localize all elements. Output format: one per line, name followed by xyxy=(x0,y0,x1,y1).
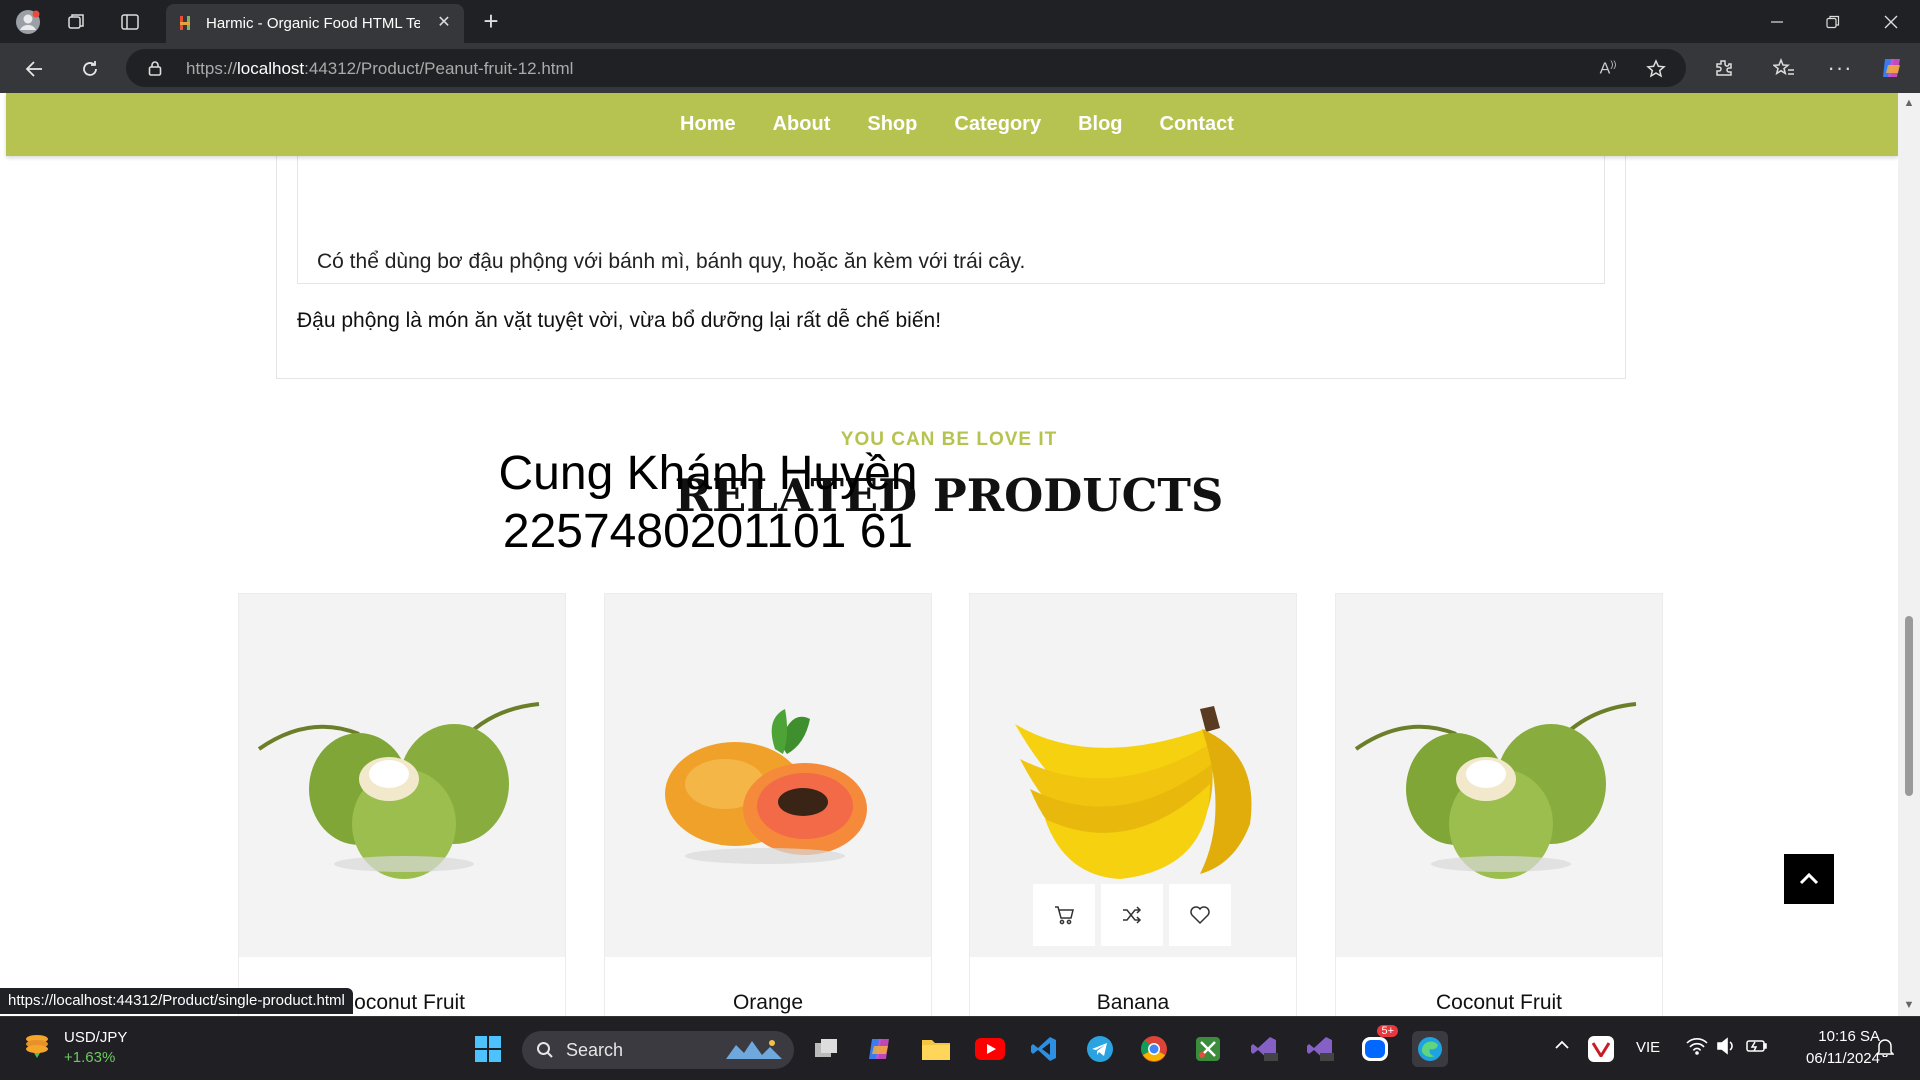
url-text: https://localhost:44312/Product/Peanut-f… xyxy=(186,59,574,78)
description-summary: Đậu phộng là món ăn vặt tuyệt vời, vừa b… xyxy=(297,309,942,332)
watermark-id: 2257480201101 61 xyxy=(502,505,914,558)
refresh-icon[interactable] xyxy=(74,53,106,85)
cart-icon xyxy=(1055,906,1074,925)
add-to-cart-button[interactable] xyxy=(1033,884,1095,946)
nav-home[interactable]: Home xyxy=(680,113,736,136)
section-title: RELATED PRODUCTS xyxy=(674,469,1224,522)
section-subtitle: YOU CAN BE LOVE IT xyxy=(840,429,1058,450)
visual-studio-preview-icon[interactable] xyxy=(1246,1031,1282,1067)
input-language[interactable]: VIE xyxy=(1636,1039,1660,1056)
stock-coin-icon xyxy=(26,1035,48,1058)
edge-icon[interactable] xyxy=(1412,1031,1448,1067)
page-viewport: Home About Shop Category Blog Contact Có… xyxy=(0,93,1898,1016)
copilot-taskbar-icon[interactable] xyxy=(862,1031,898,1067)
favorites-icon[interactable] xyxy=(1770,54,1798,82)
zalo-icon[interactable]: 5+ xyxy=(1358,1025,1398,1067)
notification-bell-icon[interactable] xyxy=(1875,1037,1895,1061)
scroll-thumb[interactable] xyxy=(1905,616,1913,796)
description-panel: Có thể dùng bơ đậu phộng với bánh mì, bá… xyxy=(276,123,1626,379)
product-image-coconut[interactable] xyxy=(239,594,565,957)
nav-about[interactable]: About xyxy=(773,113,831,136)
product-card[interactable]: Orange xyxy=(604,593,932,1016)
minimize-icon[interactable] xyxy=(1762,8,1792,36)
nav-shop[interactable]: Shop xyxy=(867,113,917,136)
watermark-name: Cung Khánh Huyền xyxy=(498,447,918,500)
new-tab-button[interactable]: + xyxy=(476,7,506,37)
extensions-icon[interactable] xyxy=(1710,54,1738,82)
vscode-icon[interactable] xyxy=(1026,1031,1062,1067)
wishlist-button[interactable] xyxy=(1169,884,1231,946)
browser-tab-bar: Harmic - Organic Food HTML Tem ✕ + xyxy=(0,0,1920,43)
volume-icon[interactable] xyxy=(1716,1037,1736,1059)
more-menu-icon[interactable]: ··· xyxy=(1826,54,1854,82)
read-aloud-icon[interactable]: A)) xyxy=(1596,57,1620,81)
product-name[interactable]: Coconut Fruit xyxy=(1336,991,1662,1015)
search-icon xyxy=(537,1042,553,1058)
description-text: Có thể dùng bơ đậu phộng với bánh mì, bá… xyxy=(317,250,1026,273)
product-name[interactable]: Banana xyxy=(970,991,1296,1015)
ticker-name: USD/JPY xyxy=(64,1029,128,1046)
harmic-favicon-icon xyxy=(180,16,190,30)
nav-contact[interactable]: Contact xyxy=(1160,113,1234,136)
windows-taskbar: USD/JPY +1.63% Search 5+ VIE 10:16 SA 06… xyxy=(0,1016,1920,1080)
close-tab-icon[interactable]: ✕ xyxy=(434,13,454,33)
address-field[interactable]: https://localhost:44312/Product/Peanut-f… xyxy=(126,49,1686,87)
zalo-badge: 5+ xyxy=(1377,1025,1398,1037)
student-watermark: Cung Khánh Huyền 2257480201101 61 xyxy=(468,445,948,561)
windows-start-icon[interactable] xyxy=(470,1031,506,1067)
scroll-up-icon[interactable]: ▲ xyxy=(1903,97,1915,109)
address-bar-row: https://localhost:44312/Product/Peanut-f… xyxy=(0,43,1920,93)
arrow-up-icon xyxy=(1799,872,1819,885)
scroll-down-icon[interactable]: ▼ xyxy=(1903,999,1915,1011)
workspaces-icon[interactable] xyxy=(62,8,90,36)
wifi-icon[interactable] xyxy=(1686,1037,1708,1059)
taskbar-search[interactable]: Search xyxy=(522,1031,794,1069)
search-label: Search xyxy=(566,1040,624,1060)
product-actions xyxy=(1033,884,1231,946)
chrome-icon[interactable] xyxy=(1136,1031,1172,1067)
copilot-icon[interactable] xyxy=(1878,54,1906,82)
link-status-bar: https://localhost:44312/Product/single-p… xyxy=(0,988,353,1014)
favorite-star-icon[interactable] xyxy=(1644,57,1668,81)
tab-title: Harmic - Organic Food HTML Tem xyxy=(206,15,420,32)
lock-icon[interactable] xyxy=(148,60,162,76)
product-card[interactable]: Coconut Fruit xyxy=(1335,593,1663,1016)
vertical-tabs-icon[interactable] xyxy=(116,8,144,36)
restore-icon[interactable] xyxy=(1818,8,1848,36)
battery-icon[interactable] xyxy=(1746,1037,1768,1059)
youtube-icon[interactable] xyxy=(972,1031,1008,1067)
file-explorer-icon[interactable] xyxy=(918,1031,954,1067)
back-to-top-button[interactable] xyxy=(1784,854,1834,904)
active-tab[interactable]: Harmic - Organic Food HTML Tem ✕ xyxy=(166,4,464,43)
shuffle-icon xyxy=(1123,906,1142,924)
product-card[interactable]: Coconut Fruit xyxy=(238,593,566,1016)
product-image-papaya[interactable] xyxy=(605,594,931,957)
nav-blog[interactable]: Blog xyxy=(1078,113,1122,136)
back-icon[interactable] xyxy=(18,53,50,85)
close-window-icon[interactable] xyxy=(1876,8,1906,36)
snipping-tool-icon[interactable] xyxy=(1190,1031,1226,1067)
visual-studio-preview-icon-2[interactable] xyxy=(1302,1031,1338,1067)
search-highlight-icon xyxy=(726,1040,782,1059)
site-navbar: Home About Shop Category Blog Contact xyxy=(6,93,1898,156)
clock-time[interactable]: 10:16 SA xyxy=(1800,1028,1880,1045)
nav-menu: Home About Shop Category Blog Contact xyxy=(6,93,1898,156)
page-scrollbar[interactable]: ▲ ▼ xyxy=(1898,93,1920,1016)
ticker-change: +1.63% xyxy=(64,1049,116,1066)
task-view-icon[interactable] xyxy=(808,1031,844,1067)
telegram-icon[interactable] xyxy=(1082,1031,1118,1067)
profile-icon[interactable] xyxy=(14,8,42,36)
product-image-coconut[interactable] xyxy=(1336,594,1662,957)
nav-category[interactable]: Category xyxy=(954,113,1041,136)
product-name[interactable]: Orange xyxy=(605,991,931,1015)
product-card[interactable]: Banana xyxy=(969,593,1297,1016)
vivaldi-tray-icon[interactable] xyxy=(1588,1036,1614,1062)
stock-widget[interactable]: USD/JPY +1.63% xyxy=(22,1029,127,1066)
show-hidden-icons[interactable] xyxy=(1554,1037,1570,1057)
compare-button[interactable] xyxy=(1101,884,1163,946)
heart-icon xyxy=(1190,906,1210,925)
clock-date[interactable]: 06/11/2024 xyxy=(1780,1050,1880,1067)
